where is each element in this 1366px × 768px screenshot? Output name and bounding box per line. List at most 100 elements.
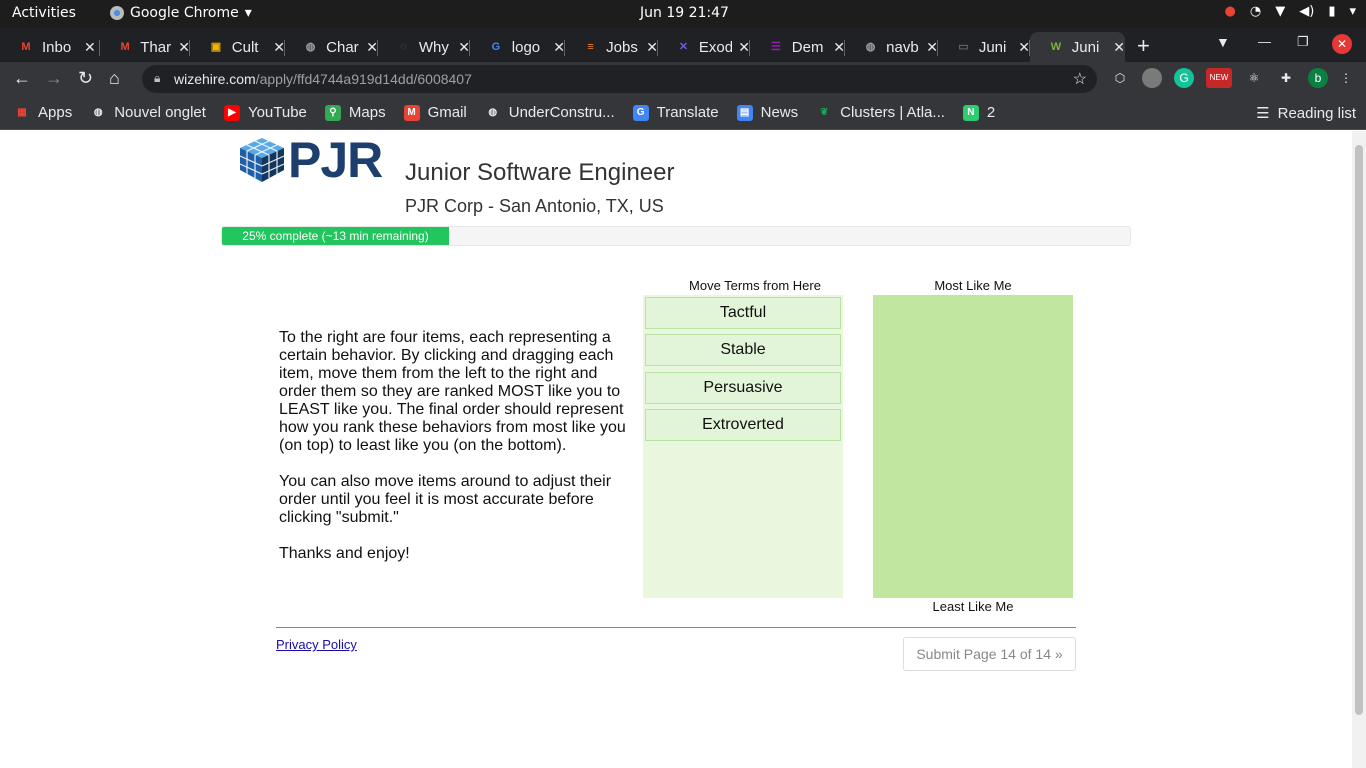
submit-button[interactable]: Submit Page 14 of 14 » — [903, 637, 1076, 671]
target-top-label: Most Like Me — [934, 278, 1012, 293]
bookmark-label: 2 — [986, 104, 996, 121]
clock[interactable]: Jun 19 21:47 — [640, 5, 729, 21]
close-tab-icon[interactable]: ✕ — [553, 39, 565, 56]
bookmarks-bar: ▦ Apps ◍ Nouvel onglet ▶ YouTube ⚲ Maps M Gmail ◍ U… — [0, 96, 1366, 130]
globe-icon: ◍ — [865, 41, 876, 53]
browser-tab[interactable]: ▣ Cult ✕ — [190, 32, 285, 62]
restore-window-icon[interactable]: ❐ — [1297, 34, 1309, 50]
profile-avatar[interactable]: b — [1308, 68, 1328, 88]
mongodb-leaf-icon: ❦ — [819, 106, 829, 118]
extensions-puzzle-icon[interactable]: ✚ — [1276, 68, 1296, 88]
browser-tab[interactable]: W Juni ✕ — [1030, 32, 1125, 62]
activities-button[interactable]: Activities — [12, 5, 76, 21]
scrollbar-thumb[interactable] — [1355, 145, 1363, 715]
close-tab-icon[interactable]: ✕ — [84, 39, 96, 56]
tab-title: Juni — [978, 38, 1007, 56]
bookmark-item[interactable]: ▤ News — [736, 104, 798, 121]
minimize-window-icon[interactable]: — — [1258, 34, 1271, 49]
notification-icon[interactable]: ● — [1225, 4, 1236, 19]
reload-icon[interactable]: ↻ — [78, 68, 93, 89]
extension-icons: ⬡ G NEW ⚛ ✚ b ⋮ — [1110, 68, 1352, 88]
chrome-icon — [110, 6, 124, 20]
browser-tab[interactable]: ✕ Exod ✕ — [658, 32, 750, 62]
url-text[interactable]: wizehire.com/apply/ffd4744a919d14dd/6008… — [174, 71, 472, 87]
bookmark-item[interactable]: ▦ Apps — [14, 104, 72, 121]
browser-tab[interactable]: ◍ Char ✕ — [285, 32, 378, 62]
bookmark-item[interactable]: N2 — [962, 104, 996, 121]
lock-icon[interactable]: 🔒︎ — [154, 71, 160, 86]
close-tab-icon[interactable]: ✕ — [366, 39, 378, 56]
system-tray[interactable]: ● ◔ ▼ ◀) ▮ ▾ — [1225, 4, 1356, 19]
forward-arrow-icon[interactable]: → — [45, 68, 63, 89]
tab-search-chevron-icon[interactable]: ▼ — [1216, 34, 1230, 50]
page-scrollbar[interactable] — [1352, 131, 1366, 768]
back-arrow-icon[interactable]: ← — [13, 68, 31, 89]
gmail-icon: M — [403, 104, 420, 121]
privacy-policy-link[interactable]: Privacy Policy — [276, 637, 357, 652]
close-tab-icon[interactable]: ✕ — [646, 39, 658, 56]
globe-icon: ◍ — [305, 41, 316, 53]
close-tab-icon[interactable]: ✕ — [738, 39, 750, 56]
bookmark-item[interactable]: G Translate — [632, 104, 719, 121]
close-tab-icon[interactable]: ✕ — [458, 39, 470, 56]
new-badge-extension-icon[interactable]: NEW — [1206, 68, 1232, 88]
maps-icon: ⚲ — [324, 104, 341, 121]
address-bar[interactable]: 🔒︎ wizehire.com/apply/ffd4744a919d14dd/6… — [142, 65, 1097, 93]
bookmark-label: Clusters | Atla... — [840, 104, 945, 121]
browser-tab[interactable]: ▭ Juni ✕ — [938, 32, 1030, 62]
chrome-menu-icon[interactable]: ⋮ — [1340, 68, 1352, 88]
bookmark-item[interactable]: ⚲ Maps — [324, 104, 386, 121]
tab-strip: M Inbo ✕ M Thar ✕ ▣ Cult ✕ ◍ Char ✕ ◌ Why ✕ Glogo ✕ ≡ Jobs… — [0, 28, 1366, 62]
grammarly-icon[interactable]: G — [1174, 68, 1194, 88]
close-tab-icon[interactable]: ✕ — [926, 39, 938, 56]
ranking-drop-zone[interactable] — [873, 295, 1073, 598]
source-list[interactable]: Tactful Stable Persuasive Extroverted — [643, 295, 843, 598]
youtube-icon: ▶ — [223, 104, 240, 121]
company-location: PJR Corp - San Antonio, TX, US — [405, 196, 664, 216]
bookmark-label: YouTube — [247, 104, 307, 121]
battery-icon[interactable]: ▮ — [1328, 4, 1335, 19]
volume-icon[interactable]: ◀) — [1299, 4, 1314, 19]
wifi-icon[interactable]: ▼ — [1275, 4, 1285, 19]
home-icon[interactable]: ⌂ — [109, 68, 120, 89]
reading-list-button[interactable]: ☰ Reading list — [1256, 104, 1356, 123]
browser-tab[interactable]: Glogo ✕ — [470, 32, 565, 62]
draggable-term[interactable]: Tactful — [645, 297, 841, 329]
instructions: To the right are four items, each repres… — [279, 329, 631, 581]
logo-cube-icon — [236, 136, 288, 184]
close-tab-icon[interactable]: ✕ — [273, 39, 285, 56]
power-menu-chevron-icon[interactable]: ▾ — [1349, 4, 1356, 19]
gray-extension-icon[interactable] — [1142, 68, 1162, 88]
close-tab-icon[interactable]: ✕ — [178, 39, 190, 56]
browser-tab[interactable]: ☰ Dem ✕ — [750, 32, 845, 62]
browser-tab[interactable]: M Thar ✕ — [100, 32, 190, 62]
app-menu[interactable]: Google Chrome ▾ — [110, 5, 252, 21]
close-window-icon[interactable]: ✕ — [1332, 34, 1352, 54]
draggable-term[interactable]: Stable — [645, 334, 841, 366]
new-tab-plus-icon[interactable]: + — [1137, 33, 1150, 59]
notion-n-icon: N — [962, 104, 979, 121]
tab-title: navb — [886, 38, 919, 56]
react-devtools-icon[interactable]: ⚛ — [1244, 68, 1264, 88]
draggable-term[interactable]: Persuasive — [645, 372, 841, 404]
bookmark-item[interactable]: ❦ Clusters | Atla... — [816, 104, 945, 121]
browser-tab[interactable]: ≡ Jobs ✕ — [565, 32, 658, 62]
divider — [276, 627, 1076, 628]
browser-tab[interactable]: ◌ Why ✕ — [378, 32, 470, 62]
close-tab-icon[interactable]: ✕ — [833, 39, 845, 56]
whatsapp-icon[interactable]: ◔ — [1250, 4, 1261, 19]
close-tab-icon[interactable]: ✕ — [1113, 39, 1125, 56]
close-tab-icon[interactable]: ✕ — [1018, 39, 1030, 56]
bookmark-item[interactable]: ▶ YouTube — [223, 104, 307, 121]
bookmark-item[interactable]: M Gmail — [403, 104, 467, 121]
bookmark-item[interactable]: ◍ Nouvel onglet — [90, 104, 206, 121]
instructions-paragraph: Thanks and enjoy! — [279, 545, 410, 562]
browser-tab[interactable]: ◍ navb ✕ — [845, 32, 938, 62]
bookmark-star-icon[interactable]: ☆ — [1073, 69, 1087, 89]
draggable-term[interactable]: Extroverted — [645, 409, 841, 441]
cube-extension-icon[interactable]: ⬡ — [1110, 68, 1130, 88]
bookmark-item[interactable]: ◍ UnderConstru... — [485, 104, 614, 121]
globe-icon: ◍ — [488, 106, 498, 118]
progress-fill: 25% complete (~13 min remaining) — [222, 227, 449, 245]
browser-tab[interactable]: M Inbo ✕ — [0, 32, 100, 62]
